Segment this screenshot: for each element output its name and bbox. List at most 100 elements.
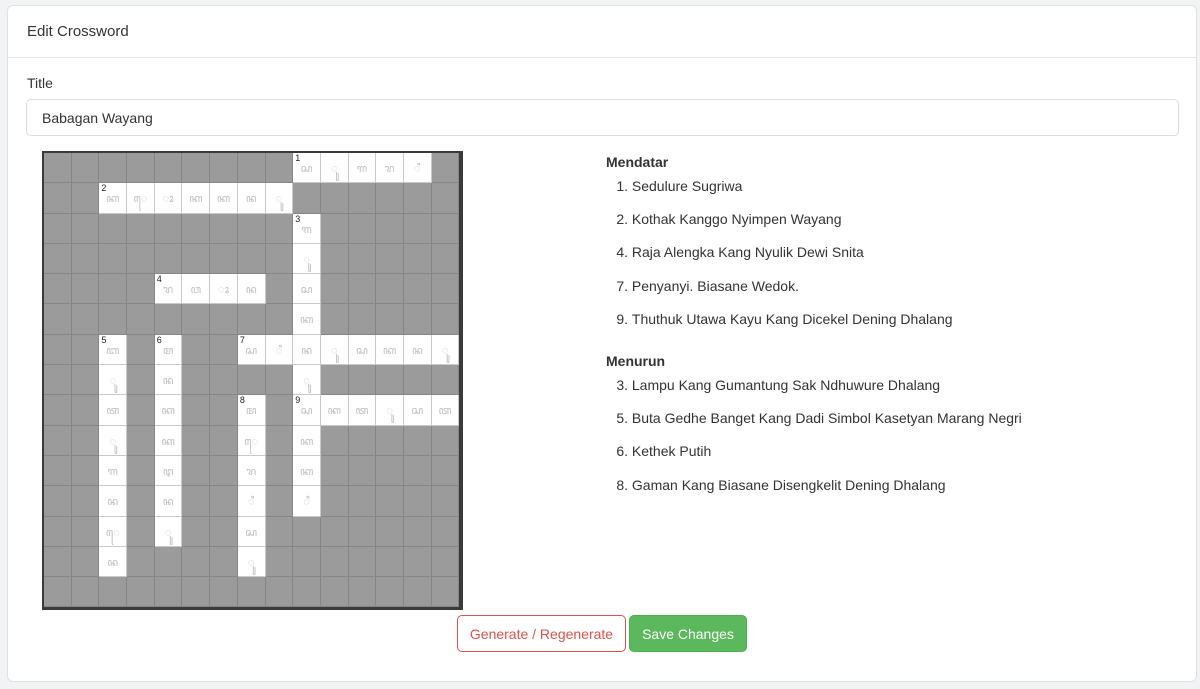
letter-cell[interactable]: ꦠ (99, 395, 128, 426)
letter-cell[interactable]: ꦏ (293, 425, 321, 456)
cell-glyph: ꦱ (245, 343, 258, 357)
block-cell (293, 577, 321, 608)
letter-cell[interactable]: ꦏ (293, 455, 321, 487)
letter-cell[interactable]: ꦤ (403, 334, 432, 366)
letter-cell[interactable]: ꦴ (210, 274, 238, 305)
regenerate-button[interactable]: Generate / Regenerate (457, 615, 626, 652)
letter-cell[interactable]: ꦒ (99, 455, 128, 487)
cell-glyph: ꦶ (414, 162, 421, 175)
cell-glyph: ꦤ (245, 192, 257, 206)
letter-cell[interactable]: ꦸ (320, 153, 349, 184)
letter-cell[interactable]: ꦸ (320, 334, 349, 366)
block-cell (320, 365, 349, 396)
block-cell (376, 486, 404, 517)
letter-cell[interactable]: ꦸ (265, 183, 294, 214)
letter-cell[interactable]: ꦏ (154, 395, 183, 426)
letter-cell[interactable]: ꦤ (99, 546, 128, 578)
letter-cell[interactable]: ꦤ (237, 274, 266, 305)
block-cell (182, 486, 211, 517)
cell-glyph: ꦫ (246, 464, 257, 478)
letter-cell[interactable]: ꦮ (182, 274, 211, 305)
letter-cell[interactable]: ꦱ (237, 516, 266, 547)
letter-cell[interactable]: ꦤ (237, 183, 266, 214)
block-cell (320, 183, 349, 214)
letter-cell[interactable]: ꦒ (348, 153, 377, 184)
save-changes-button[interactable]: Save Changes (629, 615, 747, 652)
block-cell (127, 213, 155, 244)
block-cell (376, 425, 404, 456)
cell-glyph: ꦺ (133, 192, 148, 206)
letter-cell[interactable]: ꦸ (293, 365, 321, 396)
block-cell (376, 243, 404, 275)
letter-cell[interactable]: ꦴ (154, 183, 183, 214)
letter-cell[interactable]: ꦛ (154, 455, 183, 487)
letter-cell[interactable]: ꦸ (376, 395, 404, 426)
letter-cell[interactable]: ꦏ (376, 334, 404, 366)
letter-cell[interactable]: ꦺ (99, 516, 128, 547)
letter-cell[interactable]: ꦱ (348, 334, 377, 366)
letter-cell[interactable]: 2ꦏ (99, 183, 128, 214)
letter-cell[interactable]: ꦤ (99, 486, 128, 517)
letter-cell[interactable]: ꦶ (403, 153, 432, 184)
cell-glyph: ꦠ (355, 404, 369, 418)
block-cell (348, 274, 377, 305)
letter-cell[interactable]: ꦏ (210, 183, 238, 214)
letter-cell[interactable]: 6ꦩ (154, 334, 183, 366)
letter-cell[interactable]: 3ꦒ (293, 213, 321, 244)
letter-cell[interactable]: ꦫ (376, 153, 404, 184)
block-cell (348, 213, 377, 244)
letter-cell[interactable]: ꦶ (293, 486, 321, 517)
block-cell (403, 486, 432, 517)
cell-glyph: ꦏ (299, 464, 314, 478)
letter-cell[interactable]: ꦫ (237, 455, 266, 487)
letter-cell[interactable]: ꦏ (154, 425, 183, 456)
letter-cell[interactable]: ꦏ (182, 183, 211, 214)
block-cell (265, 243, 294, 275)
letter-cell[interactable]: ꦤ (154, 365, 183, 396)
block-cell (71, 153, 100, 184)
letter-cell[interactable]: ꦠ (431, 395, 460, 426)
letter-cell[interactable]: ꦱ (293, 274, 321, 305)
cell-glyph: ꦤ (162, 495, 174, 509)
cell-glyph: ꦤ (245, 283, 257, 297)
letter-cell[interactable]: ꦶ (265, 334, 294, 366)
cell-glyph: ꦸ (330, 162, 338, 175)
letter-cell[interactable]: 4ꦫ (154, 274, 183, 305)
letter-cell[interactable]: ꦺ (127, 183, 155, 214)
block-cell (265, 395, 294, 426)
block-cell (320, 546, 349, 578)
cell-glyph: ꦸ (109, 434, 116, 448)
letter-cell[interactable]: ꦶ (237, 486, 266, 517)
block-cell (182, 516, 211, 547)
letter-cell[interactable]: 9ꦱ (293, 395, 321, 426)
letter-cell[interactable]: ꦸ (99, 365, 128, 396)
letter-cell[interactable]: ꦤ (293, 334, 321, 366)
cell-glyph: ꦱ (355, 343, 368, 357)
cell-glyph: ꦶ (275, 343, 283, 357)
cell-glyph: ꦱ (300, 404, 313, 418)
letter-cell[interactable]: 5ꦧ (99, 334, 128, 366)
letter-cell[interactable]: ꦸ (99, 425, 128, 456)
letter-cell[interactable]: ꦏ (320, 395, 349, 426)
block-cell (237, 304, 266, 335)
clue-item-text: Thuthuk Utawa Kayu Kang Dicekel Dening D… (628, 310, 953, 327)
letter-cell[interactable]: 7ꦱ (237, 334, 266, 366)
block-cell (403, 243, 432, 275)
letter-cell[interactable]: ꦱ (403, 395, 432, 426)
letter-cell[interactable]: ꦏ (293, 304, 321, 335)
letter-cell[interactable]: 8ꦩ (237, 395, 266, 426)
block-cell (99, 243, 128, 275)
title-input[interactable] (26, 99, 1179, 136)
block-cell (44, 486, 72, 517)
letter-cell[interactable]: ꦸ (154, 516, 183, 547)
cell-glyph: ꦶ (303, 495, 310, 509)
letter-cell[interactable]: ꦸ (431, 334, 460, 366)
letter-cell[interactable]: ꦸ (237, 546, 266, 578)
letter-cell[interactable]: ꦠ (348, 395, 377, 426)
block-cell (99, 304, 128, 335)
letter-cell[interactable]: ꦤ (154, 486, 183, 517)
letter-cell[interactable]: 1ꦱ (293, 153, 321, 184)
letter-cell[interactable]: ꦸ (293, 243, 321, 275)
letter-cell[interactable]: ꦺ (237, 425, 266, 456)
cell-glyph: ꦸ (330, 343, 338, 357)
